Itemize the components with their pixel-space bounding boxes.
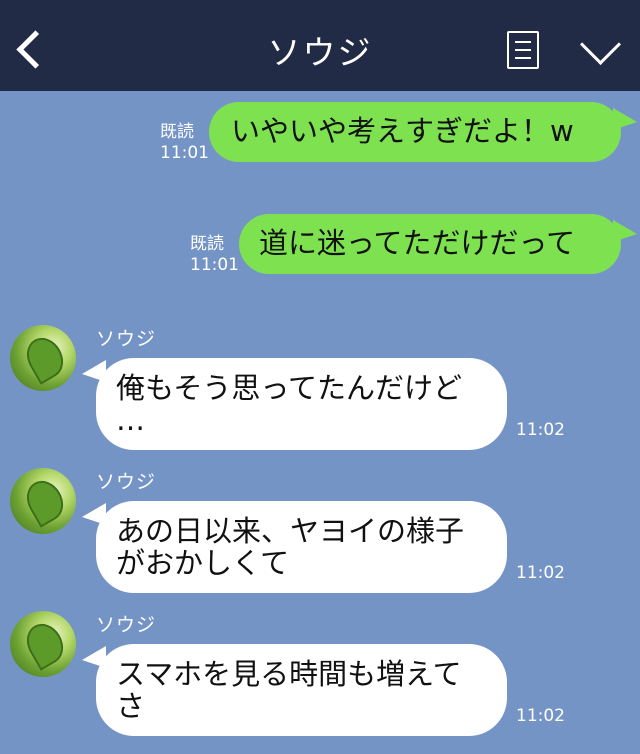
message-text: いやいや考えすぎだよ！w — [231, 114, 574, 148]
message-text-line: さ — [116, 689, 146, 723]
read-receipt: 既読 — [190, 234, 224, 254]
bubble-tail — [613, 220, 637, 242]
message-time: 11:01 — [160, 143, 209, 163]
sender-name: ソウジ — [96, 328, 157, 350]
message-text-line: … — [116, 403, 145, 437]
message-text-line: あの日以来、ヤヨイの様子 — [116, 514, 465, 548]
sender-avatar[interactable] — [10, 611, 76, 677]
message-text-line: スマホを見る時間も増えて — [116, 657, 462, 691]
message-time: 11:02 — [516, 420, 565, 440]
message-text-line: がおかしくて — [116, 546, 290, 580]
sender-avatar[interactable] — [10, 468, 76, 534]
outgoing-message-bubble[interactable]: いやいや考えすぎだよ！w — [209, 102, 621, 162]
message-time: 11:02 — [516, 563, 565, 583]
message-time: 11:02 — [516, 706, 565, 726]
read-receipt: 既読 — [160, 122, 194, 142]
incoming-message-bubble[interactable]: あの日以来、ヤヨイの様子 がおかしくて — [96, 501, 507, 593]
chat-header: ソウジ — [0, 0, 640, 91]
sender-name: ソウジ — [96, 471, 157, 493]
menu-document-icon[interactable] — [507, 31, 539, 69]
message-time: 11:01 — [190, 255, 239, 275]
message-text-line: 俺もそう思ってたんだけど — [116, 371, 462, 405]
sender-name: ソウジ — [96, 614, 157, 636]
chat-title: ソウジ — [267, 33, 373, 72]
message-text: 道に迷ってただけだって — [259, 226, 576, 260]
outgoing-message-bubble[interactable]: 道に迷ってただけだって — [239, 214, 621, 274]
sender-avatar[interactable] — [10, 325, 76, 391]
bubble-tail — [613, 108, 637, 130]
incoming-message-bubble[interactable]: 俺もそう思ってたんだけど … — [96, 358, 507, 450]
incoming-message-bubble[interactable]: スマホを見る時間も増えて さ — [96, 644, 507, 736]
